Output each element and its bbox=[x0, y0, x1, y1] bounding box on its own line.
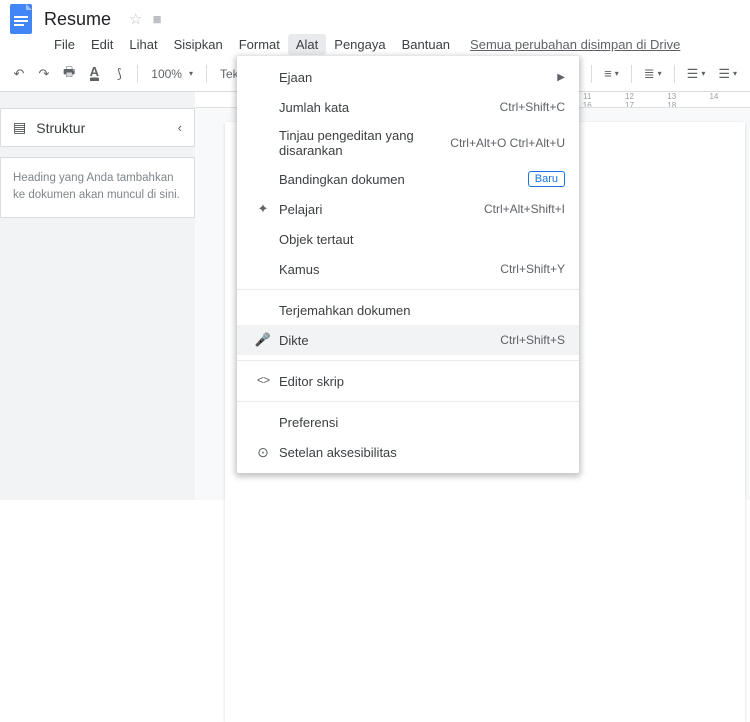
ruler-tick: 18 bbox=[652, 101, 692, 108]
outline-list-icon: ▤ bbox=[13, 119, 26, 136]
line-spacing-button[interactable]: ≣ bbox=[639, 62, 667, 86]
redo-button[interactable]: ↷ bbox=[33, 62, 55, 86]
menu-label: Objek tertaut bbox=[275, 232, 565, 247]
menu-label: Editor skrip bbox=[275, 374, 565, 389]
menu-label: Preferensi bbox=[275, 415, 565, 430]
explore-icon: ✦ bbox=[251, 201, 275, 217]
folder-icon[interactable]: ■ bbox=[152, 11, 161, 28]
menu-label: Kamus bbox=[275, 262, 500, 277]
menu-label: Bandingkan dokumen bbox=[275, 172, 528, 187]
title-bar: Resume ☆ ■ bbox=[0, 0, 750, 32]
menu-translate[interactable]: Terjemahkan dokumen bbox=[237, 295, 579, 325]
outline-sidebar: ▤ Struktur ‹ Heading yang Anda tambahkan… bbox=[0, 92, 195, 500]
menu-explore[interactable]: ✦ Pelajari Ctrl+Alt+Shift+I bbox=[237, 194, 579, 224]
menu-separator bbox=[237, 401, 579, 402]
ruler-tick: 12 bbox=[609, 92, 649, 101]
microphone-icon: 🎤 bbox=[251, 332, 275, 348]
menu-label: Ejaan bbox=[275, 70, 557, 85]
menu-view[interactable]: Lihat bbox=[121, 34, 165, 55]
separator bbox=[631, 65, 632, 83]
outline-empty-message: Heading yang Anda tambahkan ke dokumen a… bbox=[0, 157, 195, 218]
bulleted-list-button[interactable]: ☰ bbox=[713, 62, 742, 86]
menu-accessibility[interactable]: ⊙ Setelan aksesibilitas bbox=[237, 437, 579, 467]
menu-tools[interactable]: Alat bbox=[288, 34, 326, 55]
menu-shortcut: Ctrl+Shift+C bbox=[500, 100, 565, 114]
menu-label: Setelan aksesibilitas bbox=[275, 445, 565, 460]
align-button[interactable]: ≡ bbox=[599, 62, 624, 86]
separator bbox=[591, 65, 592, 83]
numbered-list-button[interactable]: ☰ bbox=[682, 62, 711, 86]
chevron-left-icon[interactable]: ‹ bbox=[178, 120, 182, 135]
outline-header[interactable]: ▤ Struktur ‹ bbox=[1, 109, 194, 146]
menu-format[interactable]: Format bbox=[231, 34, 288, 55]
menu-dictionary[interactable]: Kamus Ctrl+Shift+Y bbox=[237, 254, 579, 284]
menu-review-suggestions[interactable]: Tinjau pengeditan yang disarankan Ctrl+A… bbox=[237, 122, 579, 164]
menu-label: Tinjau pengeditan yang disarankan bbox=[275, 128, 450, 158]
new-badge: Baru bbox=[528, 171, 565, 187]
star-icon[interactable]: ☆ bbox=[129, 10, 142, 28]
menu-shortcut: Ctrl+Alt+O Ctrl+Alt+U bbox=[450, 136, 565, 150]
ruler-tick: 13 bbox=[652, 92, 692, 101]
menu-voice-typing[interactable]: 🎤 Dikte Ctrl+Shift+S bbox=[237, 325, 579, 355]
menu-separator bbox=[237, 360, 579, 361]
print-button[interactable]: 🖶 bbox=[58, 62, 80, 86]
menu-addons[interactable]: Pengaya bbox=[326, 34, 393, 55]
menu-spelling[interactable]: Ejaan ▶ bbox=[237, 62, 579, 92]
undo-button[interactable]: ↶ bbox=[8, 62, 30, 86]
docs-logo-icon[interactable] bbox=[8, 2, 34, 36]
accessibility-icon: ⊙ bbox=[251, 444, 275, 461]
menu-insert[interactable]: Sisipkan bbox=[166, 34, 231, 55]
ruler-tick: 17 bbox=[609, 101, 649, 108]
menu-compare-documents[interactable]: Bandingkan dokumen Baru bbox=[237, 164, 579, 194]
spellcheck-button[interactable]: A̲ bbox=[83, 62, 105, 86]
menu-label: Pelajari bbox=[275, 202, 484, 217]
menu-separator bbox=[237, 289, 579, 290]
menu-script-editor[interactable]: <> Editor skrip bbox=[237, 366, 579, 396]
outline-title: Struktur bbox=[36, 120, 85, 136]
menu-shortcut: Ctrl+Shift+Y bbox=[500, 262, 565, 276]
zoom-select[interactable]: 100% bbox=[145, 67, 199, 81]
separator bbox=[206, 65, 207, 83]
menu-shortcut: Ctrl+Alt+Shift+I bbox=[484, 202, 565, 216]
ruler-tick: 14 bbox=[694, 92, 734, 101]
separator bbox=[674, 65, 675, 83]
menu-bar: File Edit Lihat Sisipkan Format Alat Pen… bbox=[0, 32, 750, 56]
menu-word-count[interactable]: Jumlah kata Ctrl+Shift+C bbox=[237, 92, 579, 122]
menu-help[interactable]: Bantuan bbox=[394, 34, 458, 55]
separator bbox=[137, 65, 138, 83]
toolbar-right: ≡ ≣ ☰ ☰ bbox=[553, 62, 742, 86]
code-icon: <> bbox=[251, 374, 275, 388]
paint-format-button[interactable]: ⟆ bbox=[108, 62, 130, 86]
menu-shortcut: Ctrl+Shift+S bbox=[500, 333, 565, 347]
menu-label: Dikte bbox=[275, 333, 500, 348]
document-title[interactable]: Resume bbox=[44, 9, 111, 30]
save-status[interactable]: Semua perubahan disimpan di Drive bbox=[470, 37, 680, 52]
menu-label: Terjemahkan dokumen bbox=[275, 303, 565, 318]
outline-header-card: ▤ Struktur ‹ bbox=[0, 108, 195, 147]
menu-linked-objects[interactable]: Objek tertaut bbox=[237, 224, 579, 254]
menu-file[interactable]: File bbox=[46, 34, 83, 55]
menu-edit[interactable]: Edit bbox=[83, 34, 121, 55]
submenu-arrow-icon: ▶ bbox=[557, 72, 565, 83]
tools-dropdown: Ejaan ▶ Jumlah kata Ctrl+Shift+C Tinjau … bbox=[237, 56, 579, 473]
menu-preferences[interactable]: Preferensi bbox=[237, 407, 579, 437]
menu-label: Jumlah kata bbox=[275, 100, 500, 115]
